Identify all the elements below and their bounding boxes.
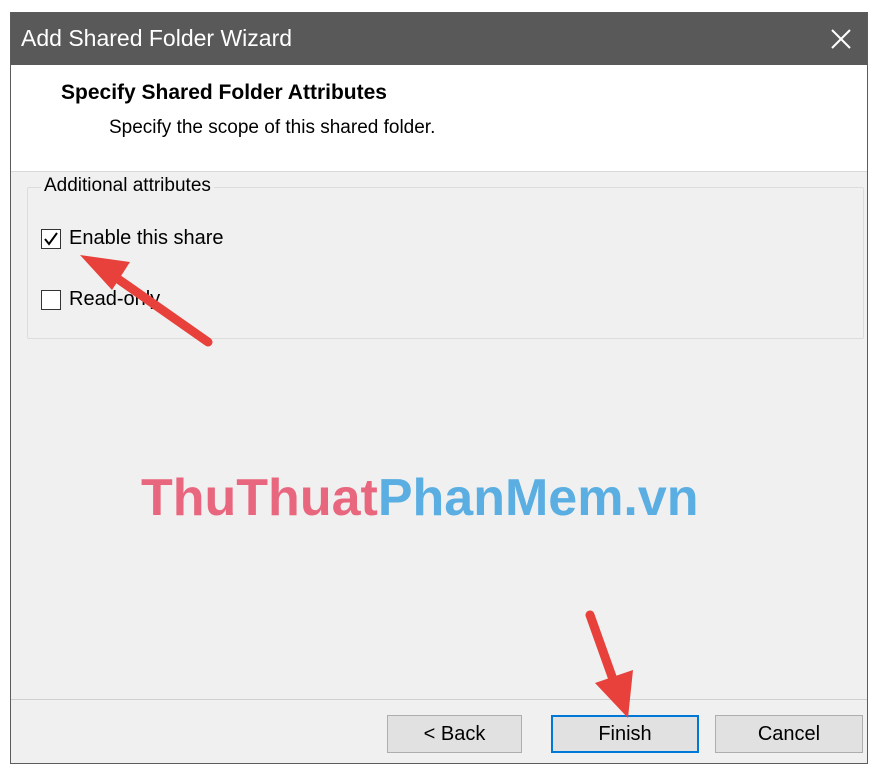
arrow-to-finish <box>585 610 633 718</box>
arrow-to-enable-share <box>80 255 213 347</box>
annotation-arrows <box>80 255 633 718</box>
